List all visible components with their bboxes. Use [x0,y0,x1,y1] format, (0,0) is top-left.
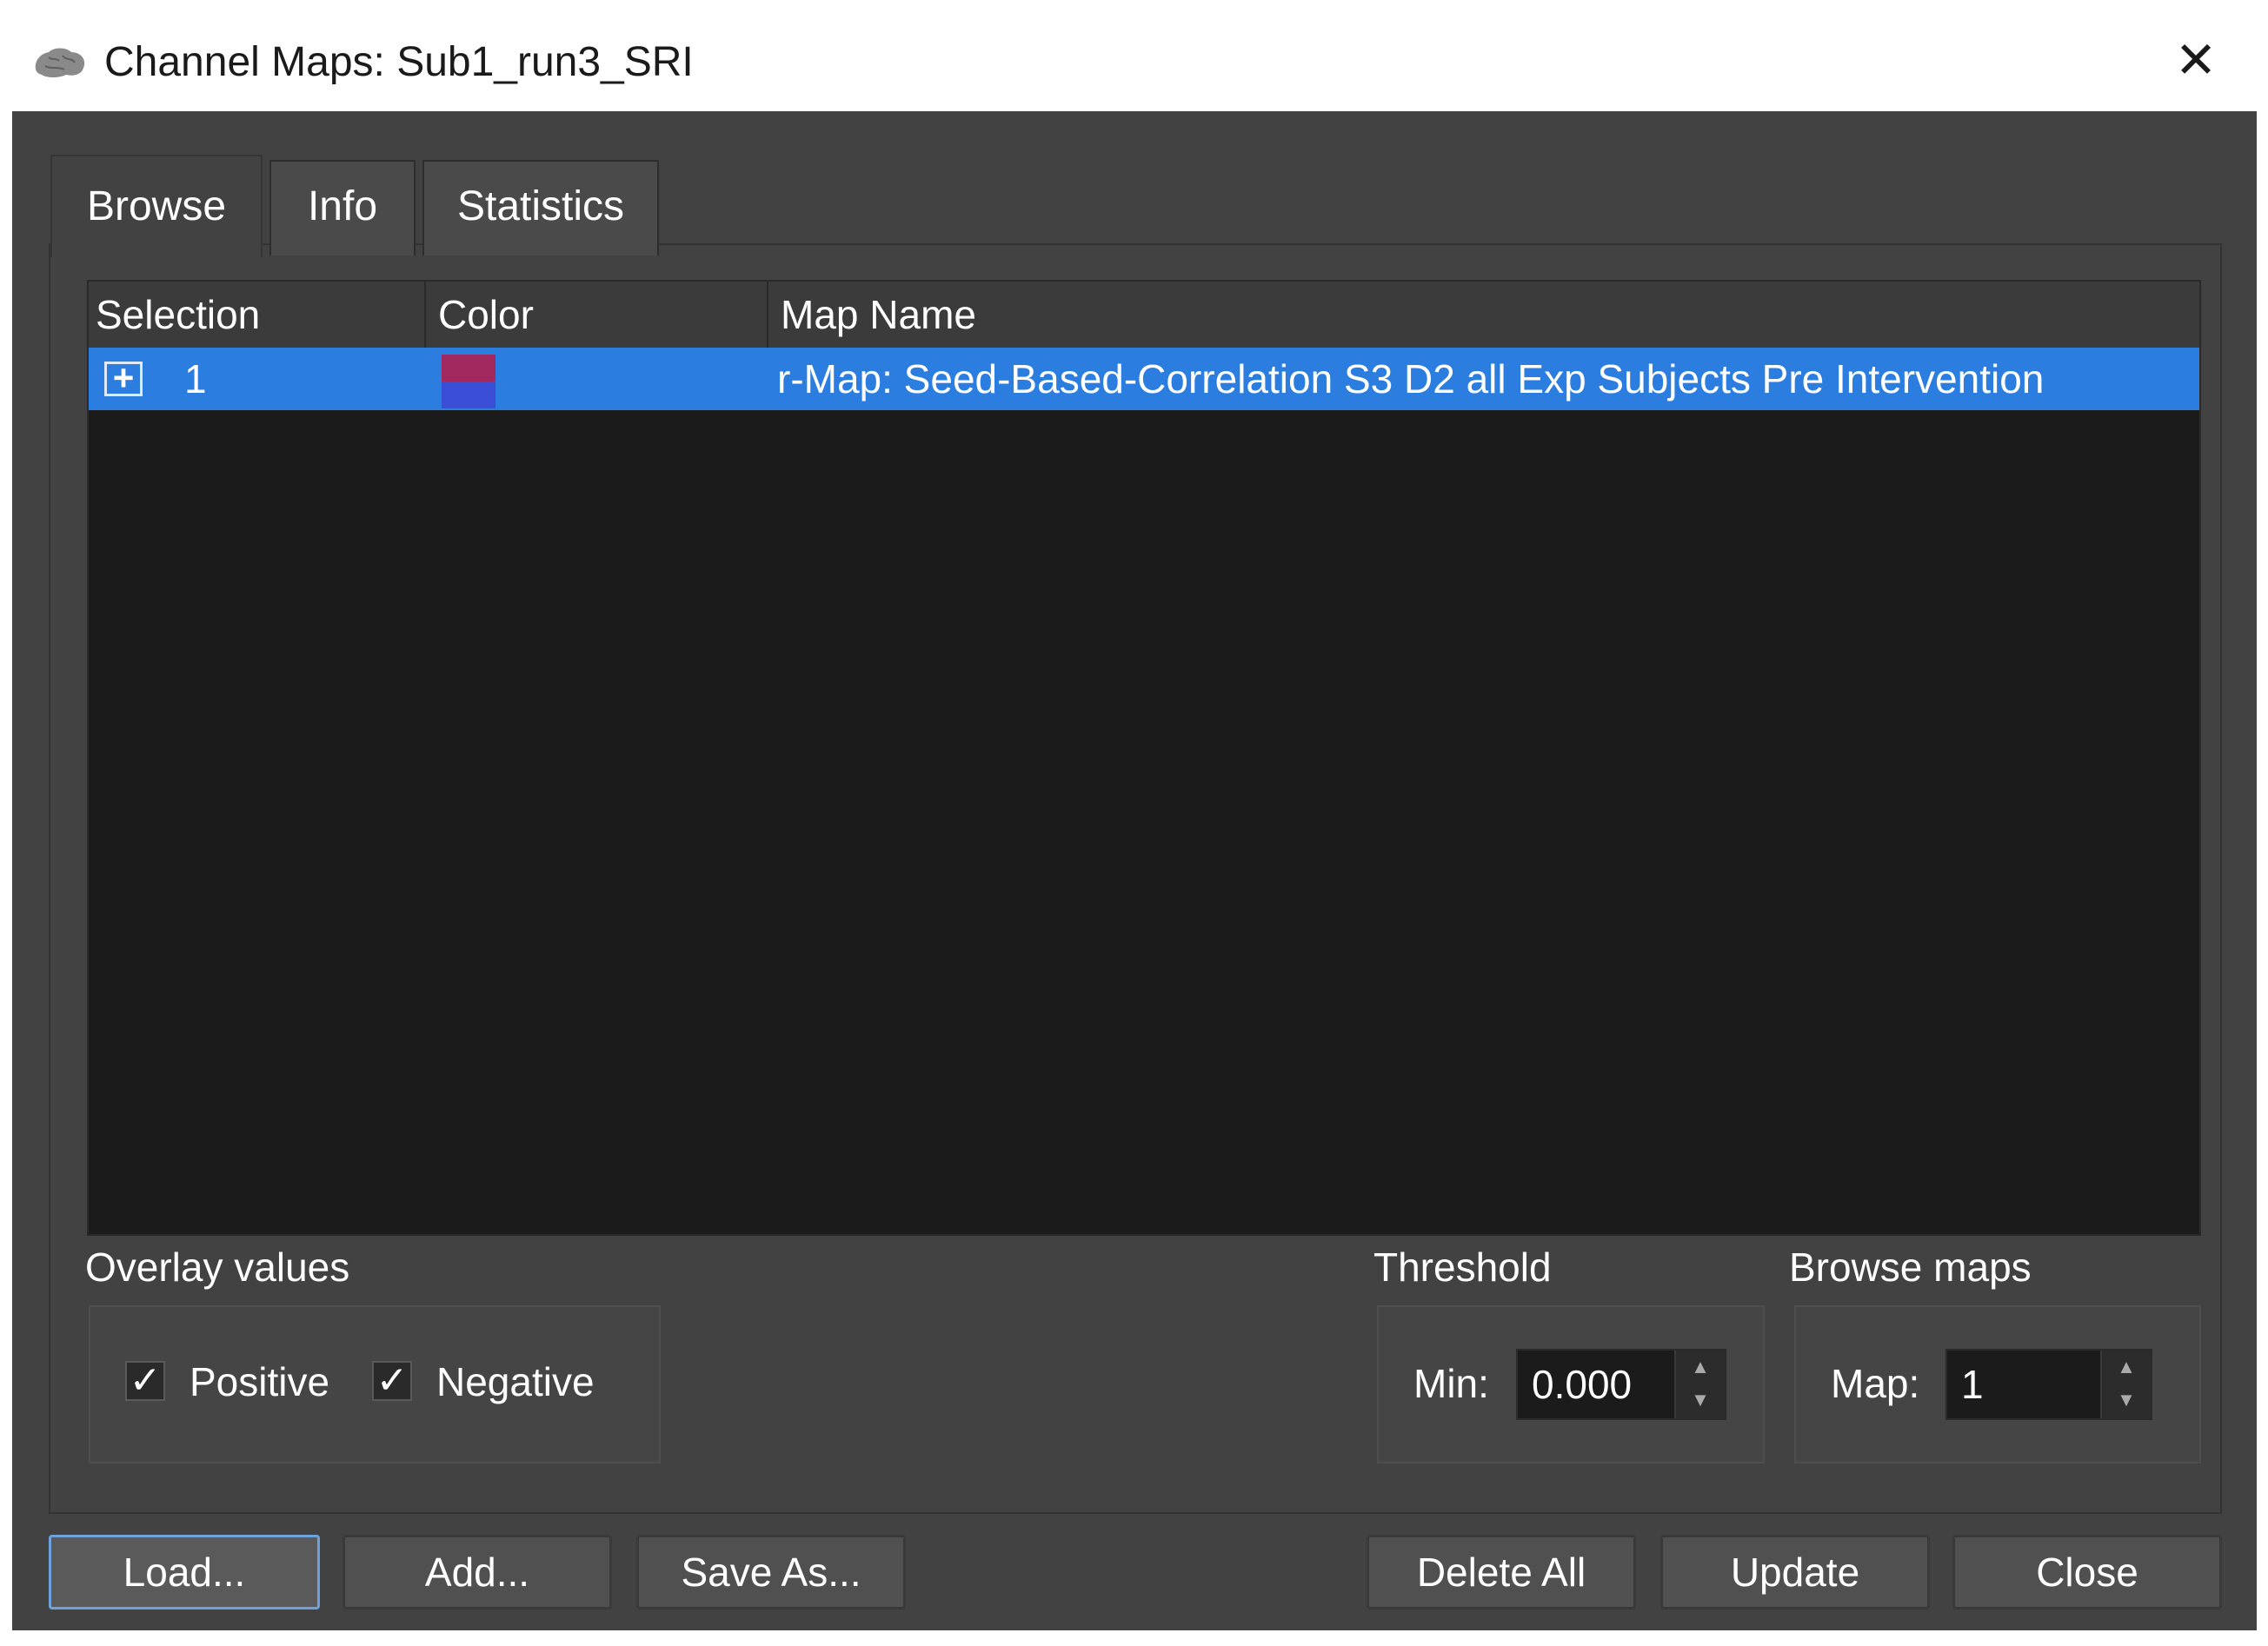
map-spinbox[interactable]: 1 ▲ ▼ [1945,1349,2152,1420]
negative-label: Negative [436,1359,595,1404]
map-label: Map: [1831,1361,1920,1406]
spin-down-icon[interactable]: ▼ [2102,1384,2151,1417]
negative-checkbox[interactable]: ✓ [372,1361,412,1401]
brain-icon [35,48,85,77]
column-header-map-name[interactable]: Map Name [768,282,2201,348]
save-as-button[interactable]: Save As... [636,1535,906,1609]
swatch-negative-color [442,382,496,408]
column-header-selection[interactable]: Selection [89,282,426,348]
min-label: Min: [1413,1361,1489,1406]
map-spin-buttons: ▲ ▼ [2100,1351,2151,1418]
color-swatch[interactable] [442,355,496,408]
update-button[interactable]: Update [1660,1535,1930,1609]
close-button[interactable]: Close [1952,1535,2222,1609]
positive-label: Positive [190,1359,330,1404]
positive-checkbox[interactable]: ✓ [125,1361,165,1401]
threshold-spin-buttons: ▲ ▼ [1674,1351,1725,1418]
add-button[interactable]: Add... [343,1535,612,1609]
column-header-color[interactable]: Color [426,282,768,348]
load-button[interactable]: Load... [49,1535,320,1609]
threshold-label: Threshold [1373,1244,1552,1290]
threshold-min-spinbox[interactable]: 0.000 ▲ ▼ [1516,1349,1726,1420]
window-title: Channel Maps: Sub1_run3_SRI [104,39,694,85]
maps-table: Selection Color Map Name + 1 r-Map: Seed… [87,280,2201,1236]
swatch-positive-color [442,355,496,382]
threshold-min-value: 0.000 [1532,1362,1633,1407]
close-window-icon[interactable]: ✕ [2170,35,2222,87]
table-header: Selection Color Map Name [89,282,2199,348]
spin-up-icon[interactable]: ▲ [1676,1351,1725,1384]
overlay-values-label: Overlay values [85,1244,350,1290]
delete-all-button[interactable]: Delete All [1367,1535,1636,1609]
expand-icon[interactable]: + [104,360,143,396]
map-name: r-Map: Seed-Based-Correlation S3 D2 all … [777,356,2045,402]
title-bar: Channel Maps: Sub1_run3_SRI ✕ [12,12,2257,111]
channel-maps-window: Channel Maps: Sub1_run3_SRI ✕ Browse Inf… [12,12,2257,1630]
map-value: 1 [1961,1362,1984,1407]
browse-maps-label: Browse maps [1789,1244,2032,1290]
tab-statistics[interactable]: Statistics [422,160,659,256]
selection-number: 1 [184,356,207,402]
tab-browse[interactable]: Browse [50,155,263,257]
tab-info[interactable]: Info [269,160,416,256]
spin-down-icon[interactable]: ▼ [1676,1384,1725,1417]
table-row[interactable]: + 1 r-Map: Seed-Based-Correlation S3 D2 … [89,348,2199,410]
spin-up-icon[interactable]: ▲ [2102,1351,2151,1384]
